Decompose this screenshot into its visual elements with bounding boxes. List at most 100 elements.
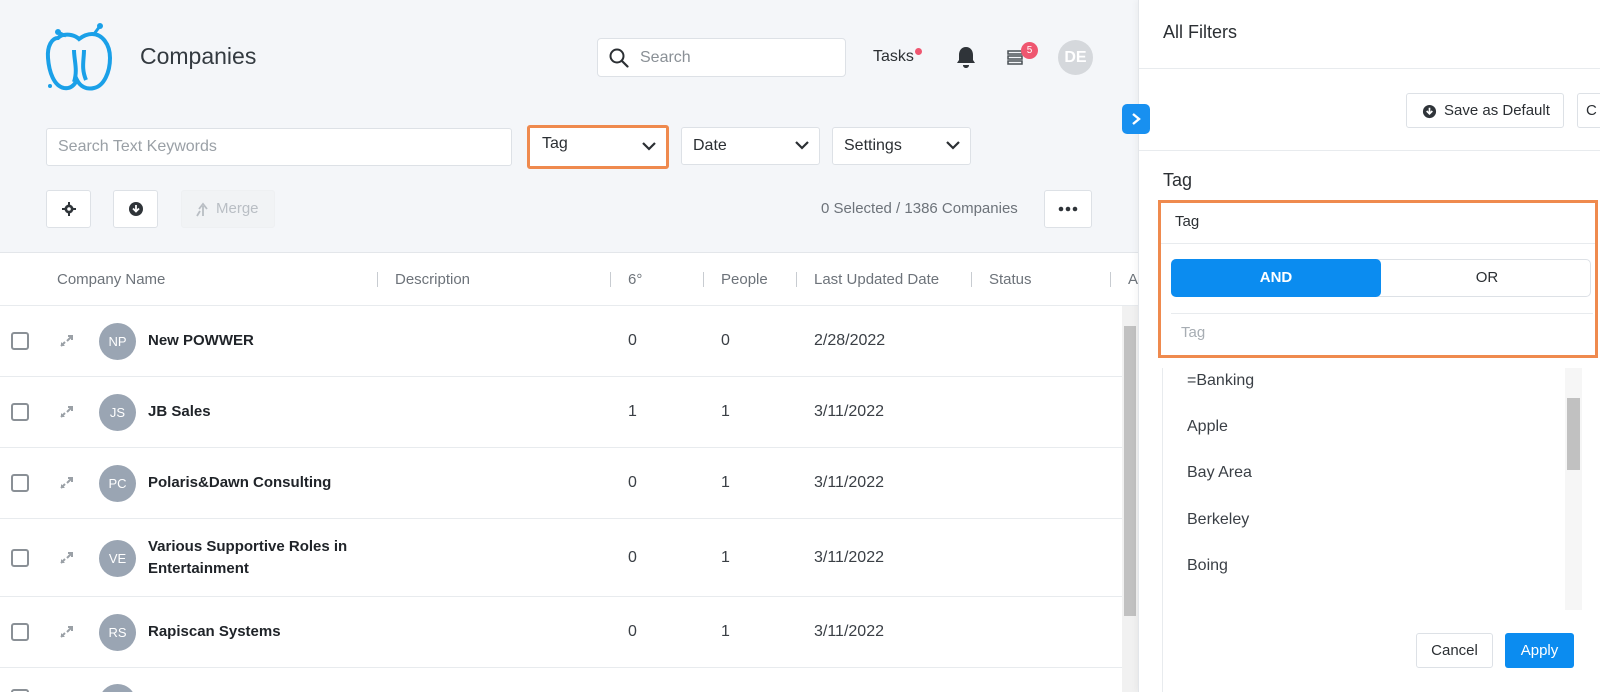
table-scrollbar-thumb[interactable]: [1124, 326, 1136, 616]
panel-header: All Filters: [1139, 0, 1600, 69]
six-degree-value: 0: [628, 623, 637, 640]
tasks-label: Tasks: [873, 48, 914, 65]
tag-section-title: Tag: [1163, 170, 1193, 190]
table-row[interactable]: RS Rapiscan Systems 0 1 3/11/2022: [0, 597, 1122, 668]
all-filters-panel: All Filters Save as Default C Tag Tag AN…: [1138, 0, 1600, 692]
tasks-link[interactable]: Tasks: [873, 48, 922, 66]
tag-option[interactable]: =Banking: [1187, 372, 1254, 390]
tag-option[interactable]: Berkeley: [1187, 511, 1249, 529]
row-checkbox[interactable]: [11, 332, 29, 350]
expand-icon[interactable]: [60, 477, 73, 489]
settings-filter-label: Settings: [844, 137, 902, 154]
or-option[interactable]: OR: [1382, 259, 1592, 297]
cancel-button[interactable]: Cancel: [1416, 633, 1493, 668]
tag-option[interactable]: Apple: [1187, 418, 1228, 436]
and-option[interactable]: AND: [1171, 259, 1381, 297]
date-filter-dropdown[interactable]: Date: [681, 127, 820, 165]
people-count: 1: [721, 548, 730, 566]
column-header[interactable]: A: [1128, 271, 1138, 288]
table-row[interactable]: PC Polaris&Dawn Consulting 0 1 3/11/2022: [0, 448, 1122, 519]
table-row[interactable]: [0, 668, 1122, 692]
expand-icon[interactable]: [60, 406, 73, 418]
keyword-search-input[interactable]: [46, 128, 512, 166]
company-name[interactable]: New POWWER: [148, 330, 378, 352]
row-checkbox[interactable]: [11, 403, 29, 421]
save-as-default-button[interactable]: Save as Default: [1406, 93, 1564, 128]
settings-filter-dropdown[interactable]: Settings: [832, 127, 971, 165]
last-updated-date: 3/11/2022: [814, 403, 884, 420]
clear-button[interactable]: C: [1577, 93, 1600, 128]
selected-count: 0 Selected / 1386 Companies: [821, 200, 1018, 217]
tag-filter-label: Tag: [542, 135, 568, 152]
tag-list-scrollbar-thumb[interactable]: [1567, 398, 1580, 470]
last-updated-date: 3/11/2022: [814, 548, 884, 566]
people-count: 1: [721, 474, 730, 491]
column-header[interactable]: Status: [989, 271, 1032, 288]
table-header: Company Name Description 6° People Last …: [0, 254, 1138, 306]
column-divider[interactable]: [796, 272, 797, 287]
tag-filter-dropdown[interactable]: Tag: [527, 125, 669, 169]
last-updated-date: 3/11/2022: [814, 623, 884, 640]
column-divider[interactable]: [703, 272, 704, 287]
six-degree-value: 1: [628, 403, 637, 420]
settings-button[interactable]: [46, 190, 91, 228]
column-divider[interactable]: [377, 272, 378, 287]
people-count: 1: [721, 623, 730, 640]
tasks-indicator-dot: [914, 48, 922, 55]
download-icon: [128, 202, 143, 216]
tag-option[interactable]: Bay Area: [1187, 464, 1252, 482]
save-as-default-label: Save as Default: [1444, 102, 1550, 119]
bell-icon[interactable]: [955, 45, 977, 69]
six-degree-value: 0: [628, 332, 637, 349]
row-checkbox[interactable]: [11, 474, 29, 492]
more-horizontal-icon: [1058, 206, 1078, 212]
elephant-logo-icon[interactable]: [44, 20, 114, 94]
chevron-right-icon: [1132, 113, 1141, 125]
chevron-down-icon: [642, 142, 656, 151]
search-icon: [609, 48, 629, 68]
company-name[interactable]: Rapiscan Systems: [148, 621, 378, 643]
tag-box-label: Tag: [1175, 213, 1200, 230]
global-search[interactable]: [597, 38, 846, 77]
column-header[interactable]: Description: [395, 271, 470, 288]
table-row[interactable]: JS JB Sales 1 1 3/11/2022: [0, 377, 1122, 448]
company-avatar: [99, 684, 136, 692]
panel-actions: Save as Default C: [1139, 69, 1600, 151]
more-options-button[interactable]: [1044, 190, 1092, 228]
expand-icon[interactable]: [60, 551, 73, 564]
download-button[interactable]: [113, 190, 158, 228]
company-name[interactable]: JB Sales: [148, 401, 378, 423]
row-checkbox[interactable]: [11, 548, 29, 567]
panel-title: All Filters: [1163, 22, 1238, 42]
column-header[interactable]: People: [721, 271, 768, 288]
six-degree-value: 0: [628, 548, 637, 566]
company-avatar: PC: [99, 465, 136, 502]
merge-icon: [196, 202, 208, 217]
expand-icon[interactable]: [60, 626, 73, 638]
column-header[interactable]: Last Updated Date: [814, 271, 939, 288]
global-search-input[interactable]: [640, 47, 835, 69]
company-name[interactable]: Various Supportive Roles in Entertainmen…: [148, 536, 378, 580]
tag-filter-box: Tag AND OR: [1158, 200, 1598, 358]
column-header[interactable]: 6°: [628, 271, 642, 288]
row-checkbox[interactable]: [11, 623, 29, 641]
six-degree-value: 0: [628, 474, 637, 491]
user-avatar[interactable]: DE: [1058, 40, 1093, 75]
last-updated-date: 3/11/2022: [814, 474, 884, 491]
and-or-toggle[interactable]: AND OR: [1171, 259, 1591, 297]
column-divider[interactable]: [1110, 272, 1111, 287]
table-row[interactable]: NP New POWWER 0 0 2/28/2022: [0, 306, 1122, 377]
company-name[interactable]: Polaris&Dawn Consulting: [148, 472, 378, 494]
table-row[interactable]: VE Various Supportive Roles in Entertain…: [0, 519, 1122, 597]
tag-options-list: =Banking Apple Bay Area Berkeley Boing: [1162, 368, 1554, 610]
column-divider[interactable]: [971, 272, 972, 287]
tag-option[interactable]: Boing: [1187, 557, 1228, 575]
column-divider[interactable]: [610, 272, 611, 287]
merge-button[interactable]: Merge: [181, 190, 275, 228]
column-header[interactable]: Company Name: [57, 271, 165, 288]
company-avatar: VE: [99, 539, 136, 577]
expand-icon[interactable]: [60, 335, 73, 347]
tag-search-input[interactable]: [1171, 313, 1593, 351]
panel-toggle-button[interactable]: [1122, 104, 1150, 134]
apply-button[interactable]: Apply: [1505, 633, 1574, 668]
